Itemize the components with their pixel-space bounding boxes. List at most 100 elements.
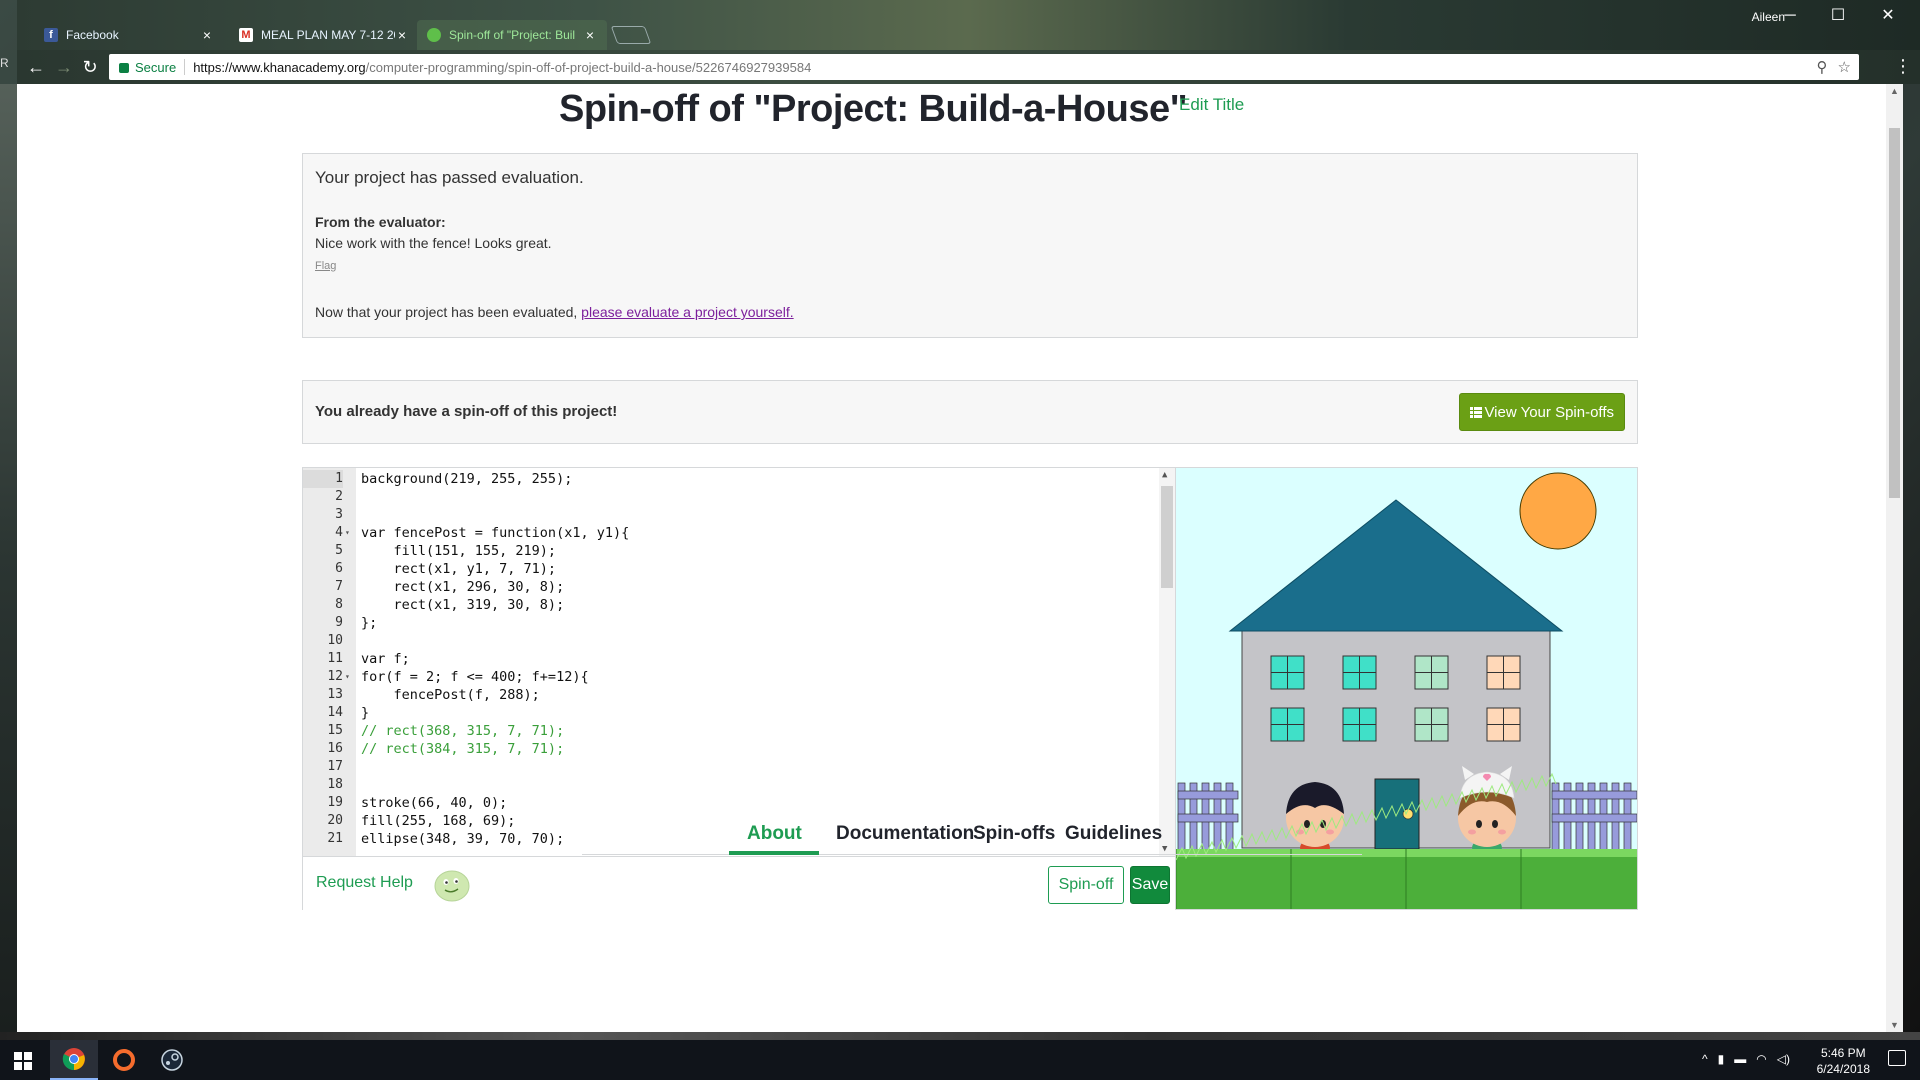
volume-device-icon[interactable]: ▮	[1718, 1052, 1725, 1066]
spinoff-notice: You already have a spin-off of this proj…	[302, 380, 1638, 444]
code-line[interactable]: 16 // rect(384, 315, 7, 71);	[303, 740, 1158, 758]
system-tray: ^ ▮ ▬ ◠ ◁)	[1702, 1052, 1790, 1066]
url-path: /computer-programming/spin-off-of-projec…	[365, 59, 812, 75]
code-line[interactable]: 15 // rect(368, 315, 7, 71);	[303, 722, 1158, 740]
edit-title-link[interactable]: Edit Title	[1179, 95, 1244, 115]
code-line[interactable]: 8 rect(x1, 319, 30, 8);	[303, 596, 1158, 614]
bookmark-star-icon[interactable]: ☆	[1838, 58, 1851, 76]
view-spinoffs-button[interactable]: View Your Spin-offs	[1459, 393, 1625, 431]
code-text: rect(x1, y1, 7, 71);	[361, 561, 557, 577]
code-text: }	[361, 705, 370, 721]
close-window-button[interactable]: ✕	[1868, 4, 1908, 28]
scroll-down-arrow-icon[interactable]: ▼	[1890, 1020, 1899, 1030]
code-line[interactable]: 13 fencePost(f, 288);	[303, 686, 1158, 704]
forward-arrow-icon[interactable]: →	[53, 56, 75, 78]
save-button[interactable]: Save	[1130, 866, 1170, 904]
code-line[interactable]: 10	[303, 632, 1158, 650]
code-text: var f;	[361, 651, 410, 667]
close-icon[interactable]: ×	[583, 27, 597, 43]
active-tab-indicator	[729, 851, 819, 855]
code-text: fill(151, 155, 219);	[361, 543, 557, 559]
evaluator-label: From the evaluator:	[315, 214, 446, 230]
line-number: 15	[327, 723, 343, 738]
tab-spinoffs[interactable]: Spin-offs	[973, 823, 1055, 845]
tab-guidelines[interactable]: Guidelines	[1065, 823, 1162, 845]
taskbar-clock[interactable]: 5:46 PM 6/24/2018	[1817, 1045, 1870, 1077]
reload-icon[interactable]: ↻	[79, 56, 101, 78]
line-number: 4	[335, 525, 343, 540]
tab-gmail[interactable]: M MEAL PLAN MAY 7-12 20 ×	[229, 20, 419, 50]
origin-taskbar-icon[interactable]	[100, 1040, 148, 1080]
code-text: background(219, 255, 255);	[361, 471, 573, 487]
code-line[interactable]: 7 rect(x1, 296, 30, 8);	[303, 578, 1158, 596]
minimize-button[interactable]: ─	[1770, 4, 1810, 28]
evaluator-comment: Nice work with the fence! Looks great.	[315, 235, 552, 251]
back-arrow-icon[interactable]: ←	[25, 56, 47, 78]
code-lines[interactable]: 1 background(219, 255, 255); 2 3 4 ▾ var fence…	[303, 470, 1158, 848]
close-icon[interactable]: ×	[395, 27, 409, 43]
line-number: 13	[327, 687, 343, 702]
code-editor[interactable]: 1 background(219, 255, 255); 2 3 4 ▾ var fence…	[303, 468, 1176, 856]
fold-arrow-icon[interactable]: ▾	[345, 668, 350, 686]
editor-scrollbar[interactable]: ▲ ▼	[1159, 468, 1175, 856]
close-icon[interactable]: ×	[200, 27, 214, 43]
page-scroll-thumb[interactable]	[1889, 128, 1900, 498]
tab-about[interactable]: About	[747, 823, 802, 845]
code-line[interactable]: 4 ▾ var fencePost = function(x1, y1){	[303, 524, 1158, 542]
speaker-icon[interactable]: ◁)	[1777, 1052, 1790, 1066]
code-line[interactable]: 1 background(219, 255, 255);	[303, 470, 1158, 488]
flag-link[interactable]: Flag	[315, 260, 336, 272]
chrome-taskbar-icon[interactable]	[50, 1040, 98, 1080]
browser-menu-icon[interactable]: ⋮	[1894, 56, 1912, 77]
help-avatar-icon[interactable]	[432, 865, 472, 903]
code-text: fencePost(f, 288);	[361, 687, 540, 703]
code-text: // rect(384, 315, 7, 71);	[361, 741, 565, 757]
maximize-button[interactable]: ☐	[1818, 4, 1858, 28]
fold-arrow-icon[interactable]: ▾	[345, 524, 350, 542]
spinoff-button[interactable]: Spin-off	[1048, 866, 1124, 904]
code-line[interactable]: 2	[303, 488, 1158, 506]
wifi-icon[interactable]: ◠	[1756, 1052, 1766, 1066]
steam-taskbar-icon[interactable]	[148, 1040, 196, 1080]
evaluation-panel: Your project has passed evaluation. From…	[302, 153, 1638, 338]
scroll-up-arrow-icon[interactable]: ▲	[1162, 470, 1167, 480]
code-text: rect(x1, 319, 30, 8);	[361, 597, 565, 613]
tab-documentation[interactable]: Documentation	[836, 823, 974, 845]
code-line[interactable]: 3	[303, 506, 1158, 524]
khan-academy-icon	[427, 28, 441, 42]
battery-icon[interactable]: ▬	[1734, 1052, 1746, 1066]
code-line[interactable]: 19 stroke(66, 40, 0);	[303, 794, 1158, 812]
code-line[interactable]: 11 var f;	[303, 650, 1158, 668]
gmail-icon: M	[239, 28, 253, 42]
desktop-edge	[0, 84, 17, 1032]
code-line[interactable]: 18	[303, 776, 1158, 794]
steam-icon	[161, 1049, 183, 1071]
address-bar[interactable]: Secure https://www.khanacademy.org/compu…	[109, 54, 1859, 80]
code-line[interactable]: 14}	[303, 704, 1158, 722]
code-line[interactable]: 6 rect(x1, y1, 7, 71);	[303, 560, 1158, 578]
scroll-up-arrow-icon[interactable]: ▲	[1890, 86, 1899, 96]
new-tab-button[interactable]	[610, 26, 652, 44]
line-number: 11	[327, 651, 343, 666]
editor-scroll-thumb[interactable]	[1161, 486, 1173, 588]
code-line[interactable]: 5 fill(151, 155, 219);	[303, 542, 1158, 560]
page-scrollbar[interactable]: ▲ ▼	[1886, 84, 1903, 1032]
tab-khan-academy[interactable]: Spin-off of "Project: Buil ×	[417, 20, 607, 50]
evaluate-project-link[interactable]: please evaluate a project yourself.	[581, 304, 793, 320]
windows-taskbar: ^ ▮ ▬ ◠ ◁) 5:46 PM 6/24/2018	[0, 1040, 1920, 1080]
line-number: 10	[327, 633, 343, 648]
spinoff-message: You already have a spin-off of this proj…	[315, 403, 618, 420]
secure-label: Secure	[135, 59, 177, 75]
clock-date: 6/24/2018	[1816, 1062, 1870, 1076]
windows-start-icon[interactable]	[14, 1052, 32, 1070]
code-line[interactable]: 17	[303, 758, 1158, 776]
notification-center-icon[interactable]	[1888, 1050, 1906, 1066]
line-number: 20	[327, 813, 343, 828]
chevron-up-icon[interactable]: ^	[1702, 1052, 1708, 1066]
request-help-link[interactable]: Request Help	[316, 874, 413, 892]
zoom-icon[interactable]: ⚲	[1817, 58, 1828, 76]
code-line[interactable]: 9};	[303, 614, 1158, 632]
tab-facebook[interactable]: f Facebook ×	[34, 20, 224, 50]
code-line[interactable]: 12 ▾ for(f = 2; f <= 400; f+=12){	[303, 668, 1158, 686]
code-text: ellipse(348, 39, 70, 70);	[361, 831, 565, 847]
